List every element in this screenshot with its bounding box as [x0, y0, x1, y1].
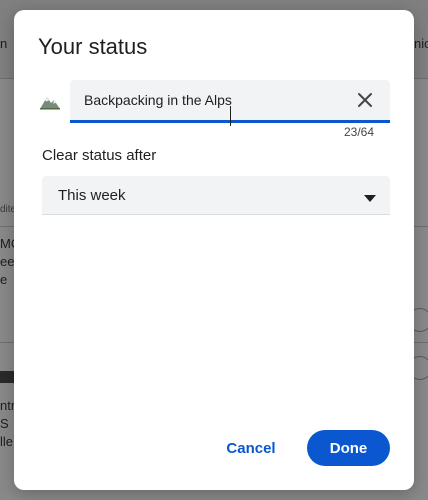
close-icon[interactable]	[354, 89, 376, 111]
cancel-button[interactable]: Cancel	[216, 430, 286, 466]
dialog-title: Your status	[38, 34, 148, 59]
background-bar	[0, 371, 14, 383]
character-counter: 23/64	[343, 125, 374, 139]
background-text: S	[0, 416, 9, 431]
clear-status-dropdown[interactable]: This week	[42, 176, 390, 215]
mountain-icon[interactable]	[38, 91, 62, 111]
background-text: nic	[414, 36, 428, 51]
background-text: n	[0, 36, 8, 51]
status-input[interactable]	[84, 90, 344, 110]
clear-status-label: Clear status after	[42, 147, 157, 164]
background-text: ee	[0, 254, 15, 269]
text-cursor	[230, 106, 231, 126]
dropdown-arrow-icon	[364, 190, 376, 202]
dropdown-selected-value: This week	[58, 187, 126, 204]
done-button[interactable]: Done	[307, 430, 390, 466]
background-text: ntr	[0, 398, 16, 413]
background-text: e	[0, 272, 8, 287]
status-dialog: Your status 23/64 Clear status after Thi…	[14, 10, 414, 490]
background-text: lle	[0, 434, 14, 449]
